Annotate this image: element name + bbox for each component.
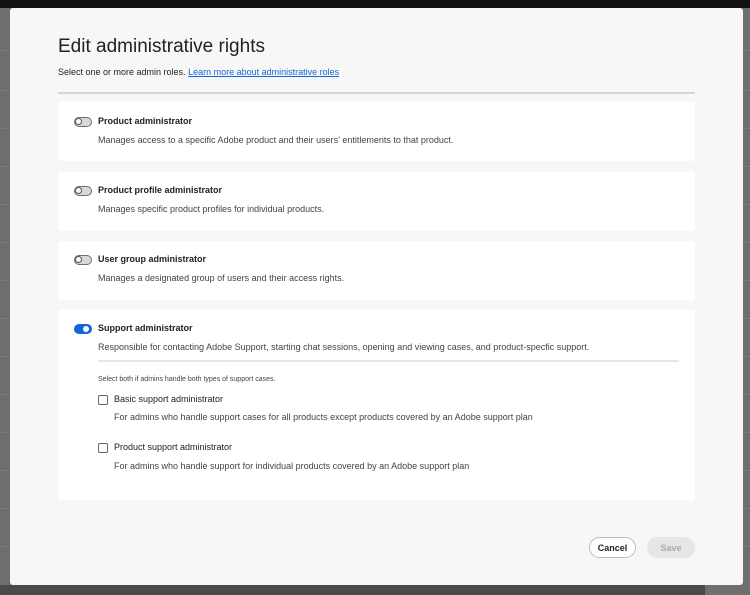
checkbox-description: For admins who handle support cases for … [114, 412, 533, 422]
role-card-user-group-admin: User group administrator Manages a desig… [58, 241, 695, 300]
cancel-button[interactable]: Cancel [589, 537, 636, 558]
save-button[interactable]: Save [647, 537, 695, 558]
role-name: Support administrator [98, 323, 193, 333]
edit-admin-rights-dialog: Edit administrative rights Select one or… [10, 8, 743, 585]
role-name: Product profile administrator [98, 185, 223, 195]
role-card-product-profile-admin: Product profile administrator Manages sp… [58, 172, 695, 231]
dialog-subtitle: Select one or more admin roles. Learn mo… [58, 67, 339, 77]
checkbox-description: For admins who handle support for indivi… [114, 461, 470, 471]
user-group-admin-toggle[interactable] [74, 255, 92, 265]
role-description: Responsible for contacting Adobe Support… [98, 342, 590, 352]
background-strip [0, 585, 705, 595]
checkbox-label: Basic support administrator [114, 394, 224, 404]
header-divider [58, 92, 695, 94]
checkbox-label: Product support administrator [114, 442, 233, 452]
role-card-support-admin: Support administrator Responsible for co… [58, 310, 695, 500]
support-admin-toggle[interactable] [74, 324, 92, 334]
product-profile-admin-toggle[interactable] [74, 186, 92, 196]
support-divider [98, 360, 679, 362]
role-description: Manages a designated group of users and … [98, 273, 345, 283]
role-name: User group administrator [98, 254, 207, 264]
role-description: Manages access to a specific Adobe produ… [98, 135, 454, 145]
role-name: Product administrator [98, 116, 193, 126]
top-bar [0, 0, 750, 8]
role-card-product-admin: Product administrator Manages access to … [58, 102, 695, 161]
role-description: Manages specific product profiles for in… [98, 204, 325, 214]
basic-support-admin-checkbox[interactable] [98, 395, 108, 405]
support-hint: Select both if admins handle both types … [98, 376, 276, 383]
subtitle-text: Select one or more admin roles. [58, 67, 186, 77]
learn-more-link[interactable]: Learn more about administrative roles [188, 67, 339, 77]
product-admin-toggle[interactable] [74, 117, 92, 127]
product-support-admin-checkbox[interactable] [98, 443, 108, 453]
dialog-title: Edit administrative rights [58, 36, 265, 57]
